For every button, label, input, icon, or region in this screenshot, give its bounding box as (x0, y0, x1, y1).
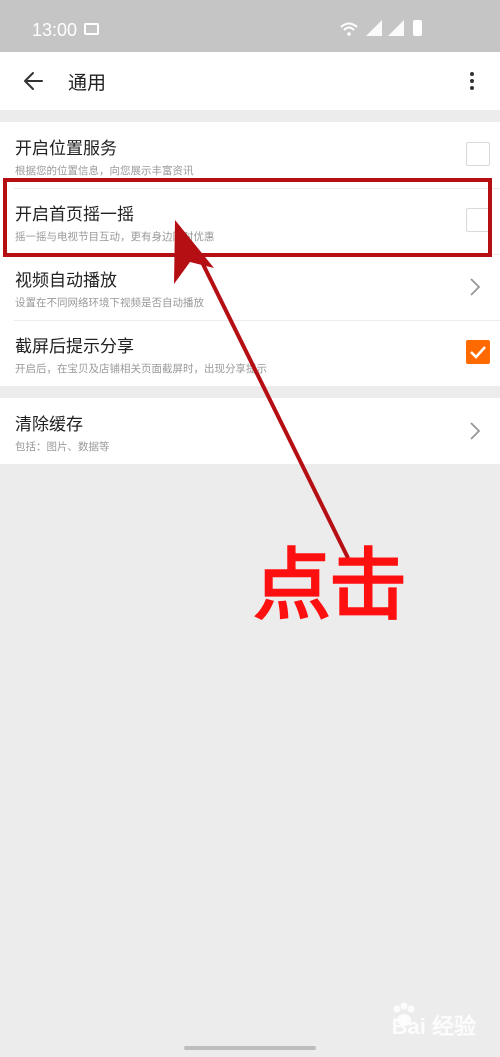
more-options-icon[interactable] (462, 64, 482, 98)
setting-subtitle: 根据您的位置信息，向您展示丰富资讯 (15, 165, 194, 177)
setting-subtitle: 设置在不同网络环境下视频是否自动播放 (15, 297, 204, 309)
chevron-right-icon (470, 278, 481, 296)
shake-homepage-checkbox[interactable] (466, 208, 490, 232)
watermark: Bai 经验 (391, 1014, 476, 1039)
location-service-checkbox[interactable] (466, 142, 490, 166)
chevron-right-icon (470, 422, 481, 440)
signal-icon (388, 20, 404, 36)
setting-screenshot-share[interactable]: 截屏后提示分享 开启后，在宝贝及店铺相关页面截屏时，出现分享提示 (0, 320, 500, 386)
app-header: 通用 (0, 52, 500, 110)
back-arrow-icon[interactable] (18, 64, 52, 98)
setting-title: 清除缓存 (15, 415, 83, 435)
battery-icon (413, 20, 422, 36)
status-time: 13:00 (32, 20, 78, 40)
settings-section-cache: 清除缓存 包括：图片、数据等 (0, 398, 500, 464)
status-bar: 13:00 (0, 0, 500, 52)
setting-video-autoplay[interactable]: 视频自动播放 设置在不同网络环境下视频是否自动播放 (0, 254, 500, 320)
setting-clear-cache[interactable]: 清除缓存 包括：图片、数据等 (0, 398, 500, 464)
wifi-icon (340, 22, 358, 36)
setting-title: 截屏后提示分享 (15, 337, 134, 357)
setting-shake-homepage[interactable]: 开启首页摇一摇 摇一摇与电视节目互动，更有身边限时优惠 (0, 188, 500, 254)
annotation-text: 点击 (253, 541, 407, 631)
setting-location-service[interactable]: 开启位置服务 根据您的位置信息，向您展示丰富资讯 (0, 122, 500, 188)
setting-subtitle: 开启后，在宝贝及店铺相关页面截屏时，出现分享提示 (15, 363, 267, 375)
setting-subtitle: 摇一摇与电视节目互动，更有身边限时优惠 (15, 231, 215, 243)
settings-section-general: 开启位置服务 根据您的位置信息，向您展示丰富资讯 开启首页摇一摇 摇一摇与电视节… (0, 122, 500, 386)
gallery-notification-icon (84, 23, 99, 35)
page-title: 通用 (68, 72, 107, 94)
setting-subtitle: 包括：图片、数据等 (15, 441, 110, 453)
status-icons (340, 20, 422, 40)
setting-title: 开启首页摇一摇 (15, 205, 134, 225)
signal-icon (366, 20, 382, 36)
setting-title: 视频自动播放 (15, 271, 117, 291)
setting-title: 开启位置服务 (15, 139, 117, 159)
screenshot-share-checkbox[interactable] (466, 340, 490, 364)
checkmark-icon (470, 346, 486, 359)
home-indicator[interactable] (184, 1046, 316, 1050)
